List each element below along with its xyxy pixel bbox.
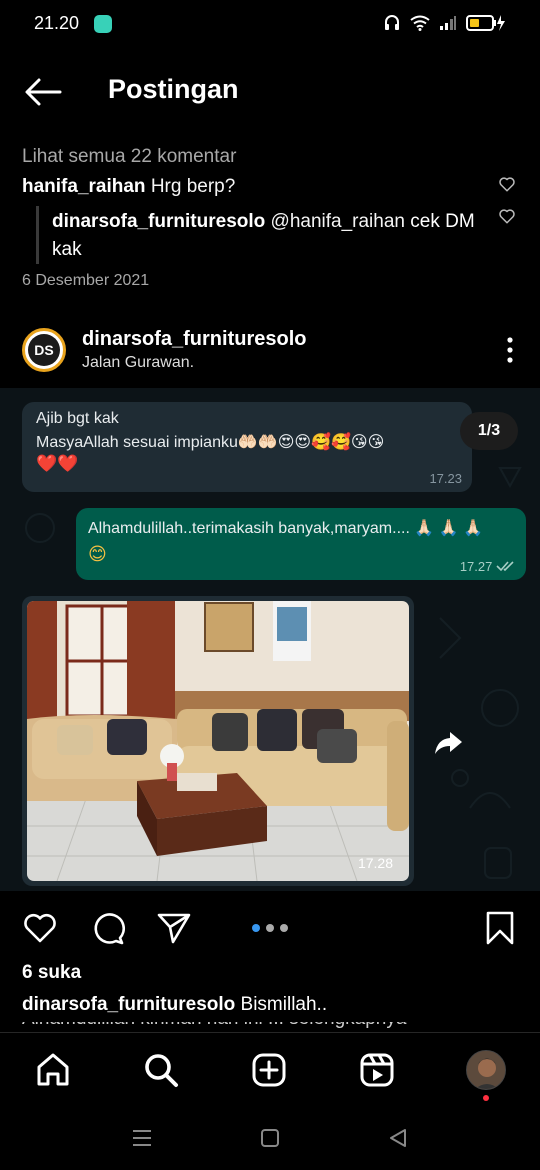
avatar-logo-text: DS	[28, 334, 60, 366]
carousel-dot	[280, 924, 288, 932]
comment: hanifa_raihan Hrg berp?	[22, 176, 235, 198]
reply-like-heart-icon[interactable]	[498, 207, 516, 225]
notification-dot	[483, 1095, 489, 1101]
post-location[interactable]: Jalan Gurawan.	[82, 354, 194, 372]
comment-username[interactable]: hanifa_raihan	[22, 176, 146, 197]
post-header: DS dinarsofa_furnituresolo Jalan Gurawan…	[0, 322, 540, 382]
battery-icon	[466, 15, 505, 31]
status-time: 21.20	[34, 13, 80, 33]
heart-icon[interactable]	[22, 910, 58, 946]
outgoing-message-time: 17.27	[460, 559, 516, 574]
photo-message-time: 17.28	[357, 855, 393, 871]
home-icon[interactable]	[34, 1051, 72, 1089]
comment-like-heart-icon[interactable]	[498, 175, 516, 193]
post-username[interactable]: dinarsofa_furnituresolo	[82, 328, 306, 351]
post-date: 6 Desember 2021	[22, 272, 150, 289]
outgoing-message-bubble: Alhamdulillah..terimakasih banyak,maryam…	[76, 508, 526, 580]
outgoing-time-text: 17.27	[459, 559, 493, 574]
post-action-bar	[0, 906, 540, 950]
read-ticks-icon	[496, 561, 514, 572]
photo-message-bubble: 17.28	[22, 596, 414, 886]
incoming-message-bubble: Ajib bgt kak MasyaAllah sesuai impianku🤲…	[22, 402, 472, 492]
reply-username[interactable]: dinarsofa_furnituresolo	[52, 211, 265, 232]
reels-icon[interactable]	[358, 1051, 396, 1089]
back-arrow-icon[interactable]	[22, 76, 62, 108]
profile-avatar[interactable]	[466, 1050, 506, 1090]
caption-text: Bismillah..	[240, 994, 328, 1015]
comment-icon[interactable]	[90, 910, 126, 946]
plus-square-icon[interactable]	[250, 1051, 288, 1089]
carousel-dot	[266, 924, 274, 932]
incoming-message-hearts: ❤️❤️	[36, 454, 79, 473]
status-icons	[383, 14, 506, 32]
forward-icon	[435, 732, 462, 754]
status-bar: 21.20	[0, 0, 540, 48]
carousel-dot-active	[252, 924, 260, 932]
caption-username[interactable]: dinarsofa_furnituresolo	[22, 994, 235, 1015]
send-icon[interactable]	[156, 910, 192, 946]
incoming-message-line1: Ajib bgt kak	[36, 410, 119, 427]
outgoing-message-emoji: 😊	[88, 544, 107, 564]
carousel-counter: 1/3	[460, 412, 518, 450]
reply-comment: dinarsofa_furnituresolo @hanifa_raihan c…	[52, 208, 482, 264]
notification-app-icon	[94, 15, 112, 33]
sofa-room-illustration	[27, 601, 409, 881]
post-image[interactable]: Ajib bgt kak MasyaAllah sesuai impianku🤲…	[0, 388, 540, 891]
sofa-photo: 17.28	[27, 601, 409, 881]
profile-avatar-image	[467, 1051, 505, 1089]
caption-continuation: Alhamdulillah kiriman hari ini ... selen…	[22, 1022, 522, 1032]
back-button-icon[interactable]	[386, 1126, 410, 1150]
post-caption: dinarsofa_furnituresolo Bismillah..	[22, 994, 327, 1016]
signal-icon	[440, 16, 456, 30]
incoming-message-line2: MasyaAllah sesuai impianku🤲🏻🤲🏻😍😍🥰🥰😘😘	[36, 434, 385, 451]
wifi-icon	[410, 15, 430, 31]
carousel-indicator	[252, 924, 288, 932]
avatar[interactable]: DS	[22, 328, 66, 372]
bottom-navigation	[0, 1032, 540, 1106]
likes-count[interactable]: 6 suka	[22, 962, 81, 984]
top-header: Postingan	[0, 60, 540, 122]
headphones-icon	[385, 15, 399, 30]
bookmark-icon[interactable]	[482, 910, 518, 946]
caption-continuation-text[interactable]: Alhamdulillah kiriman hari ini ... selen…	[22, 1022, 406, 1030]
recent-apps-icon[interactable]	[130, 1126, 154, 1150]
reply-mention[interactable]: @hanifa_raihan	[271, 211, 405, 232]
home-button-icon[interactable]	[258, 1126, 282, 1150]
comment-text: Hrg berp?	[150, 176, 236, 197]
incoming-message-time: 17.23	[429, 471, 462, 486]
reply-thread-line	[36, 206, 39, 264]
system-navigation-bar	[0, 1106, 540, 1170]
outgoing-message-text: Alhamdulillah..terimakasih banyak,maryam…	[88, 520, 484, 537]
search-icon[interactable]	[142, 1051, 180, 1089]
page-title: Postingan	[108, 74, 239, 104]
view-all-comments-link[interactable]: Lihat semua 22 komentar	[22, 146, 236, 168]
more-options-icon[interactable]	[506, 336, 514, 364]
